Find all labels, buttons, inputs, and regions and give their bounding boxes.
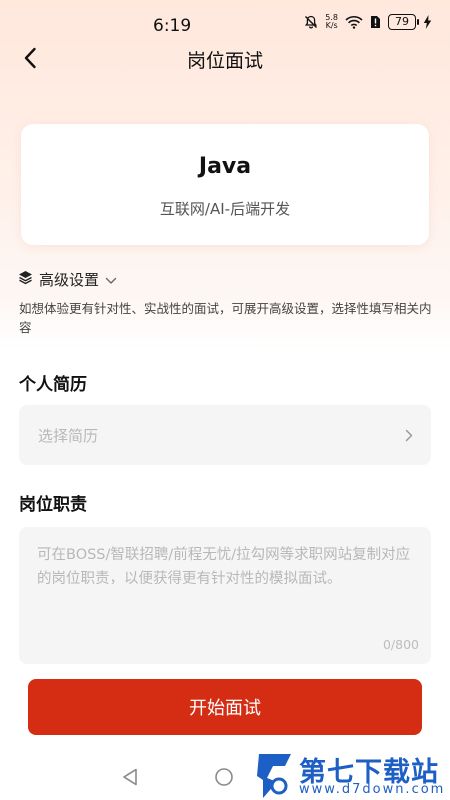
navigation-bar: 岗位面试 (0, 40, 450, 78)
charging-bolt-icon (423, 15, 432, 29)
advanced-settings-label: 高级设置 (39, 270, 100, 289)
mute-bell-icon (304, 15, 318, 29)
chevron-down-icon (105, 270, 117, 289)
watermark: 第七下载站 www.d7down.com (255, 748, 450, 800)
job-title: Java (198, 154, 252, 179)
watermark-url: www.d7down.com (299, 782, 446, 797)
network-speed: 5.8 K/s (325, 14, 338, 30)
status-bar: 6:19 5.8 K/s 79 (0, 0, 450, 40)
watermark-logo-icon (255, 748, 295, 800)
job-card[interactable]: Java 互联网/AI-后端开发 (21, 124, 429, 245)
job-category: 互联网/AI-后端开发 (159, 200, 291, 218)
network-speed-unit: K/s (325, 21, 338, 30)
advanced-settings-description: 如想体验更有针对性、实战性的面试，可展开高级设置，选择性填写相关内容 (19, 301, 432, 335)
sim-alert-icon (370, 15, 381, 29)
chevron-right-icon (405, 427, 413, 446)
page-title: 岗位面试 (186, 50, 263, 72)
resume-section-title: 个人简历 (19, 375, 87, 395)
resume-placeholder: 选择简历 (38, 427, 99, 445)
advanced-settings-toggle[interactable]: 高级设置 (18, 268, 117, 290)
duty-section-title: 岗位职责 (19, 495, 87, 515)
battery-indicator: 79 (388, 14, 419, 30)
duty-field: 0/800 (19, 527, 431, 664)
duty-char-counter: 0/800 (382, 637, 419, 652)
system-back-icon[interactable] (122, 768, 138, 790)
system-home-icon[interactable] (214, 767, 234, 791)
duty-textarea[interactable] (19, 527, 431, 637)
layers-icon (18, 270, 33, 289)
status-icons: 5.8 K/s 79 (304, 14, 432, 30)
resume-select-field[interactable]: 选择简历 (19, 405, 431, 465)
start-interview-button[interactable]: 开始面试 (28, 679, 422, 735)
status-time: 6:19 (153, 16, 192, 36)
wifi-icon (345, 15, 363, 29)
